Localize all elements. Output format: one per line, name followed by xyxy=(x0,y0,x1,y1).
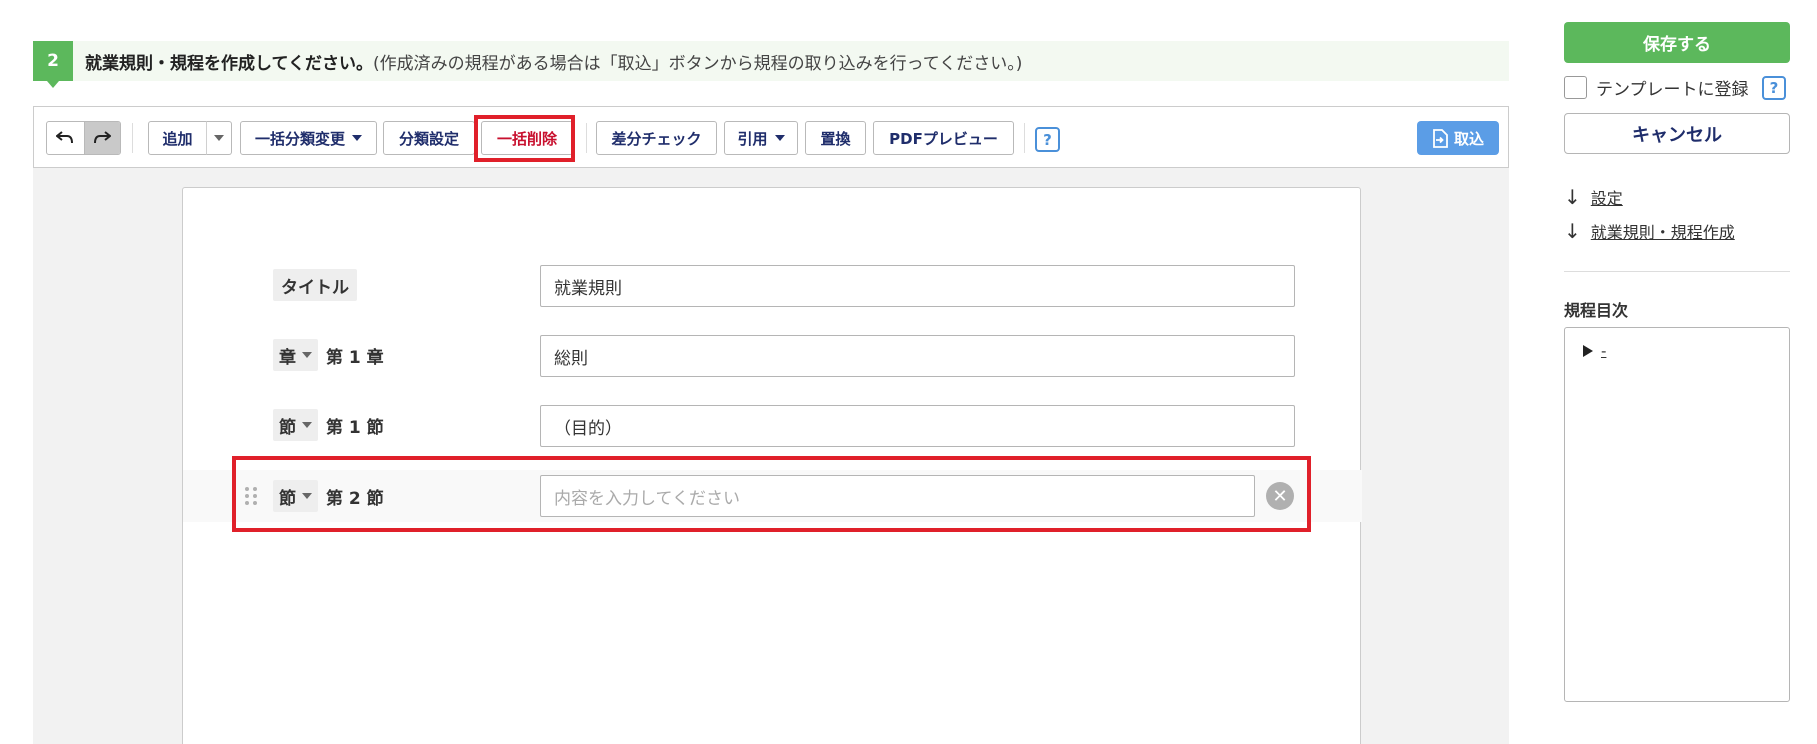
toc-item[interactable]: - xyxy=(1583,342,1606,360)
drag-handle-icon[interactable] xyxy=(245,487,257,505)
quote-button[interactable]: 引用 xyxy=(724,121,798,155)
remove-row-button[interactable]: ✕ xyxy=(1266,482,1294,510)
redo-icon xyxy=(94,131,112,144)
cancel-button[interactable]: キャンセル xyxy=(1564,113,1790,154)
undo-icon xyxy=(56,131,74,144)
undo-redo-group xyxy=(46,121,121,155)
category-settings-button[interactable]: 分類設定 xyxy=(383,121,475,155)
add-button[interactable]: 追加 xyxy=(148,121,207,155)
template-help-button[interactable]: ? xyxy=(1762,76,1786,100)
editor-toolbar: 追加 一括分類変更 分類設定 一括削除 差分チェック 引用 置換 PDFプレビュ… xyxy=(33,106,1509,168)
chapter-row: 章 第 1 章 総則 xyxy=(183,335,1362,377)
add-dropdown-button[interactable] xyxy=(206,121,232,155)
toc-panel: - xyxy=(1564,327,1790,702)
bulk-category-change-button[interactable]: 一括分類変更 xyxy=(240,121,377,155)
title-input[interactable]: 就業規則 xyxy=(540,265,1295,307)
help-button[interactable]: ? xyxy=(1035,127,1060,152)
replace-button[interactable]: 置換 xyxy=(805,121,866,155)
undo-button[interactable] xyxy=(47,122,84,154)
row-number: 第 1 節 xyxy=(326,417,384,438)
arrow-down-icon: ↓ xyxy=(1564,219,1581,243)
redo-button[interactable] xyxy=(83,122,120,154)
row-number: 第 2 節 xyxy=(326,488,384,509)
chevron-down-icon xyxy=(302,493,312,499)
save-button[interactable]: 保存する xyxy=(1564,22,1790,63)
arrow-down-icon: ↓ xyxy=(1564,185,1581,209)
file-import-icon xyxy=(1433,128,1448,148)
title-label: タイトル xyxy=(273,269,357,301)
step-header: 2 就業規則・規程を作成してください。 (作成済みの規程がある場合は「取込」ボタ… xyxy=(33,41,1509,88)
chevron-down-icon xyxy=(302,422,312,428)
template-register-checkbox[interactable] xyxy=(1564,76,1587,99)
toolbar-divider xyxy=(1024,123,1025,153)
link-settings[interactable]: ↓ 設定 xyxy=(1564,185,1623,209)
chevron-down-icon xyxy=(302,352,312,358)
sidebar-divider xyxy=(1564,271,1790,272)
section-row-active: 節 第 2 節 内容を入力してください ✕ xyxy=(183,470,1362,522)
toc-title: 規程目次 xyxy=(1564,301,1629,320)
row-type-select[interactable]: 節 xyxy=(273,480,318,512)
toolbar-divider xyxy=(132,123,133,153)
step-number-badge: 2 xyxy=(33,41,73,88)
step-title: 就業規則・規程を作成してください。 xyxy=(85,53,373,74)
chevron-down-icon xyxy=(774,135,785,141)
row-content-input[interactable]: 内容を入力してください xyxy=(540,475,1255,517)
close-icon: ✕ xyxy=(1272,485,1288,507)
document-card: タイトル 就業規則 章 第 1 章 総則 節 第 1 節 （目的） 節 第 2 … xyxy=(182,187,1362,744)
chevron-down-icon xyxy=(352,135,362,141)
row-type-select[interactable]: 節 xyxy=(273,409,318,441)
diff-check-button[interactable]: 差分チェック xyxy=(596,121,717,155)
row-content-input[interactable]: 総則 xyxy=(540,335,1295,377)
import-button[interactable]: 取込 xyxy=(1417,121,1499,155)
editor-area: 追加 一括分類変更 分類設定 一括削除 差分チェック 引用 置換 PDFプレビュ… xyxy=(33,106,1509,744)
template-register-label: テンプレートに登録 xyxy=(1596,80,1749,100)
pdf-preview-button[interactable]: PDFプレビュー xyxy=(873,121,1014,155)
row-type-select[interactable]: 章 xyxy=(273,339,318,371)
triangle-right-icon[interactable] xyxy=(1583,345,1593,357)
title-row: タイトル 就業規則 xyxy=(183,265,1362,307)
section-row: 節 第 1 節 （目的） xyxy=(183,405,1362,447)
row-content-input[interactable]: （目的） xyxy=(540,405,1295,447)
chevron-down-icon xyxy=(214,135,224,141)
row-number: 第 1 章 xyxy=(326,347,384,368)
page: 2 就業規則・規程を作成してください。 (作成済みの規程がある場合は「取込」ボタ… xyxy=(0,0,1817,744)
step-note: (作成済みの規程がある場合は「取込」ボタンから規程の取り込みを行ってください。) xyxy=(372,53,1023,74)
bulk-delete-button[interactable]: 一括削除 xyxy=(481,121,573,155)
link-rules-creation[interactable]: ↓ 就業規則・規程作成 xyxy=(1564,219,1735,243)
toolbar-divider xyxy=(586,123,587,153)
